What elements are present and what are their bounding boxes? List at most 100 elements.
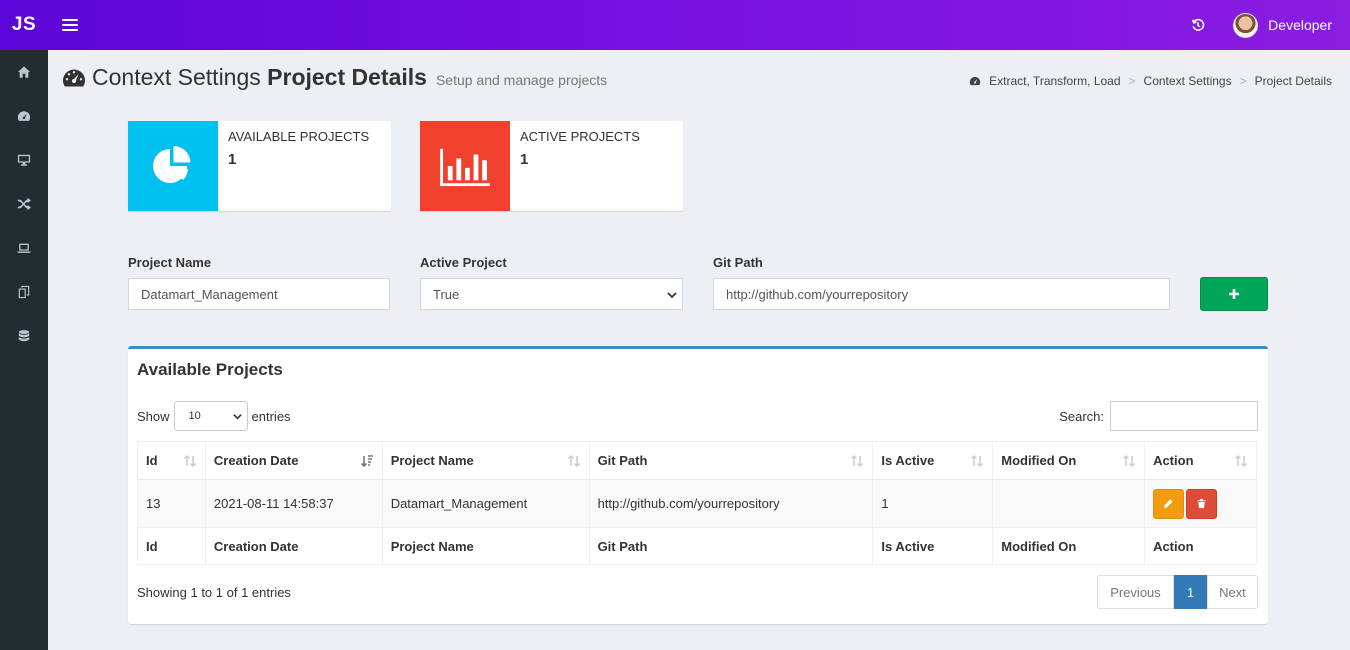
entries-label: entries bbox=[251, 408, 291, 424]
search-input[interactable] bbox=[1110, 401, 1258, 431]
table-header-row: Id Creation Date Project Name Git Path I… bbox=[137, 441, 1257, 480]
breadcrumb-item-context-settings[interactable]: Context Settings bbox=[1144, 74, 1232, 88]
bar-chart-icon bbox=[420, 121, 510, 211]
history-icon[interactable] bbox=[1189, 16, 1207, 34]
plus-icon bbox=[1229, 289, 1239, 299]
available-projects-panel: Available Projects Show 10 entries Searc… bbox=[128, 346, 1268, 624]
show-label: Show bbox=[137, 408, 170, 424]
footer-modified-on: Modified On bbox=[992, 527, 1146, 565]
stat-label: ACTIVE PROJECTS bbox=[520, 129, 640, 144]
dashboard-icon[interactable] bbox=[0, 94, 48, 138]
breadcrumb-separator: > bbox=[1128, 74, 1136, 88]
active-project-value: True bbox=[433, 286, 460, 302]
footer-action: Action bbox=[1144, 527, 1257, 565]
user-avatar[interactable] bbox=[1233, 12, 1259, 38]
delete-button[interactable] bbox=[1186, 488, 1218, 519]
stat-value: 1 bbox=[520, 151, 529, 168]
user-name[interactable]: Developer bbox=[1268, 17, 1332, 33]
pencil-icon bbox=[1164, 499, 1173, 508]
column-header-project-name[interactable]: Project Name bbox=[381, 441, 590, 480]
column-header-creation-date[interactable]: Creation Date bbox=[204, 441, 383, 480]
project-name-input[interactable]: Datamart_Management bbox=[128, 278, 390, 310]
desktop-icon[interactable] bbox=[0, 138, 48, 182]
page-subtitle: Setup and manage projects bbox=[435, 72, 608, 88]
table-row: 13 2021-08-11 14:58:37 Datamart_Manageme… bbox=[137, 479, 1257, 528]
database-icon[interactable] bbox=[0, 314, 48, 358]
cell-modified-on bbox=[992, 479, 1146, 528]
home-icon[interactable] bbox=[0, 50, 48, 94]
cell-project-name: Datamart_Management bbox=[381, 479, 590, 528]
copy-icon[interactable] bbox=[0, 270, 48, 314]
sort-icon bbox=[567, 454, 580, 468]
breadcrumb-separator: > bbox=[1239, 74, 1247, 88]
footer-git-path: Git Path bbox=[588, 527, 874, 565]
table-info: Showing 1 to 1 of 1 entries bbox=[137, 585, 291, 600]
menu-toggle-icon[interactable] bbox=[62, 19, 78, 31]
breadcrumb-item-project-details: Project Details bbox=[1254, 74, 1332, 88]
sort-icon bbox=[183, 454, 196, 468]
footer-creation-date: Creation Date bbox=[204, 527, 383, 565]
column-label: Modified On bbox=[1001, 453, 1077, 468]
page-title: Context Settings Project Details bbox=[92, 64, 427, 91]
edit-button[interactable] bbox=[1153, 488, 1185, 519]
column-label: Action bbox=[1153, 453, 1194, 468]
git-path-label: Git Path bbox=[713, 255, 763, 270]
available-projects-box: AVAILABLE PROJECTS 1 bbox=[128, 121, 391, 211]
add-project-button[interactable] bbox=[1200, 277, 1268, 311]
column-label: Id bbox=[146, 453, 158, 468]
sidebar bbox=[0, 50, 48, 650]
table-search: Search: bbox=[1059, 401, 1258, 431]
pagination: Previous 1 Next bbox=[1097, 575, 1258, 609]
footer-is-active: Is Active bbox=[872, 527, 994, 565]
column-header-id[interactable]: Id bbox=[137, 441, 206, 480]
sort-icon bbox=[1123, 454, 1136, 468]
column-label: Git Path bbox=[597, 453, 648, 468]
page-button-current[interactable]: 1 bbox=[1174, 575, 1207, 609]
projects-table: Id Creation Date Project Name Git Path I… bbox=[137, 441, 1257, 565]
project-name-label: Project Name bbox=[128, 255, 212, 270]
dashboard-icon bbox=[63, 69, 85, 86]
pie-chart-icon bbox=[128, 121, 218, 211]
cell-is-active: 1 bbox=[872, 479, 994, 528]
column-label: Project Name bbox=[390, 453, 474, 468]
sort-icon bbox=[851, 454, 864, 468]
chevron-down-icon bbox=[667, 292, 677, 299]
previous-page-button[interactable]: Previous bbox=[1097, 575, 1174, 609]
entries-select[interactable]: 10 bbox=[173, 401, 248, 431]
page-header: Context Settings Project Details Setup a… bbox=[62, 64, 607, 91]
laptop-icon[interactable] bbox=[0, 226, 48, 270]
cell-git-path: http://github.com/yourrepository bbox=[588, 479, 874, 528]
column-header-action[interactable]: Action bbox=[1144, 441, 1257, 480]
next-page-button[interactable]: Next bbox=[1207, 575, 1258, 609]
column-label: Is Active bbox=[881, 453, 935, 468]
active-project-select[interactable]: True bbox=[420, 278, 683, 310]
footer-project-name: Project Name bbox=[381, 527, 590, 565]
breadcrumb: Extract, Transform, Load > Context Setti… bbox=[969, 74, 1332, 88]
cell-creation-date: 2021-08-11 14:58:37 bbox=[204, 479, 383, 528]
entries-value: 10 bbox=[188, 410, 201, 422]
entries-length-control: Show 10 entries bbox=[137, 401, 291, 431]
app-logo[interactable]: JS bbox=[0, 0, 48, 50]
cell-id: 13 bbox=[137, 479, 206, 528]
column-header-modified-on[interactable]: Modified On bbox=[992, 441, 1146, 480]
stat-label: AVAILABLE PROJECTS bbox=[228, 129, 370, 144]
git-path-input[interactable]: http://github.com/yourrepository bbox=[713, 278, 1170, 310]
table-footer-row: Id Creation Date Project Name Git Path I… bbox=[137, 527, 1257, 565]
column-header-is-active[interactable]: Is Active bbox=[872, 441, 994, 480]
active-project-label: Active Project bbox=[420, 255, 507, 270]
sort-icon bbox=[1234, 454, 1248, 468]
panel-title: Available Projects bbox=[137, 360, 283, 379]
chevron-down-icon bbox=[232, 414, 242, 420]
sort-icon bbox=[971, 454, 984, 468]
project-name-value: Datamart_Management bbox=[141, 286, 278, 302]
column-label: Creation Date bbox=[213, 453, 299, 468]
sort-desc-icon bbox=[360, 455, 373, 468]
active-projects-box: ACTIVE PROJECTS 1 bbox=[420, 121, 683, 211]
column-header-git-path[interactable]: Git Path bbox=[588, 441, 874, 480]
random-icon[interactable] bbox=[0, 182, 48, 226]
search-label: Search: bbox=[1059, 408, 1104, 424]
git-path-value: http://github.com/yourrepository bbox=[726, 286, 909, 302]
page-title-main: Project Details bbox=[267, 64, 427, 90]
stat-value: 1 bbox=[228, 151, 237, 168]
breadcrumb-item-etl[interactable]: Extract, Transform, Load bbox=[989, 74, 1120, 88]
